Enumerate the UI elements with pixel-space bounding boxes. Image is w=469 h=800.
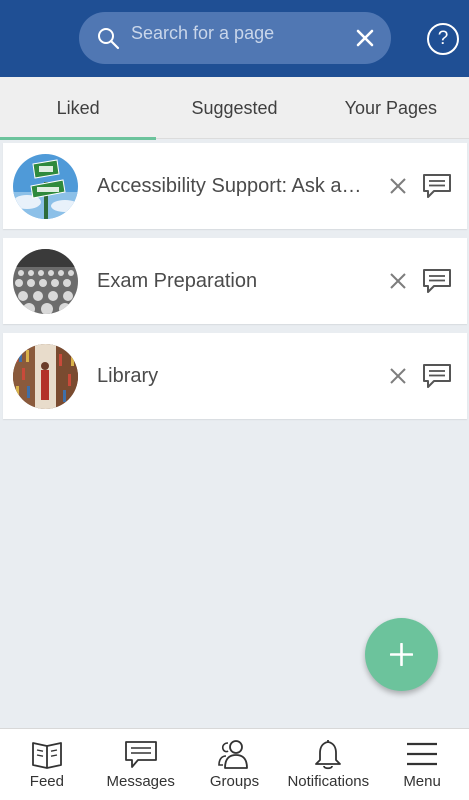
add-page-button[interactable] [365,618,438,691]
exam-hall-image [13,249,78,314]
hamburger-icon [407,742,438,766]
tab-liked[interactable]: Liked [0,77,157,140]
nav-notifications[interactable]: Notifications [281,729,375,800]
message-icon[interactable] [422,268,452,294]
list-item[interactable]: Accessibility Support: Ask a… [3,143,467,229]
page-title[interactable]: Library [97,333,377,419]
nav-menu-label: Menu [403,773,441,790]
search-icon [98,28,120,50]
plus-icon [390,643,413,666]
help-support-sign-image [13,154,78,219]
message-icon[interactable] [422,173,452,199]
book-icon [31,742,62,769]
page-title[interactable]: Accessibility Support: Ask a… [97,143,377,229]
avatar [13,249,78,314]
tab-suggested[interactable]: Suggested [156,77,312,139]
unlike-close-icon[interactable] [388,366,408,386]
list-item[interactable]: Exam Preparation [3,238,467,324]
library-shelves-image [13,344,78,409]
search-bar[interactable]: Search for a page [79,12,391,64]
groups-icon [218,740,249,769]
top-bar: Search for a page ? [0,0,469,77]
bell-icon [315,740,342,770]
tab-bar: Liked Suggested Your Pages [0,77,469,140]
nav-feed-label: Feed [29,773,64,790]
clear-search-icon[interactable] [355,28,375,48]
page-title[interactable]: Exam Preparation [97,238,377,324]
tab-your-pages[interactable]: Your Pages [313,77,469,139]
nav-groups-label: Groups [209,773,260,790]
avatar [13,344,78,409]
list-item[interactable]: Library [3,333,467,419]
nav-feed[interactable]: Feed [0,729,94,800]
nav-messages[interactable]: Messages [94,729,188,800]
unlike-close-icon[interactable] [388,176,408,196]
page-list: Accessibility Support: Ask a… Exam Prepa… [3,143,467,428]
nav-notifications-label: Notifications [287,773,370,790]
unlike-close-icon[interactable] [388,271,408,291]
avatar [13,154,78,219]
help-button[interactable]: ? [427,23,459,55]
bottom-navigation: Feed Messages Groups Notifications Menu [0,728,469,800]
nav-messages-label: Messages [106,773,175,790]
message-icon[interactable] [422,363,452,389]
nav-menu[interactable]: Menu [375,729,469,800]
nav-groups[interactable]: Groups [188,729,282,800]
message-icon [124,741,157,768]
search-placeholder[interactable]: Search for a page [131,12,274,64]
